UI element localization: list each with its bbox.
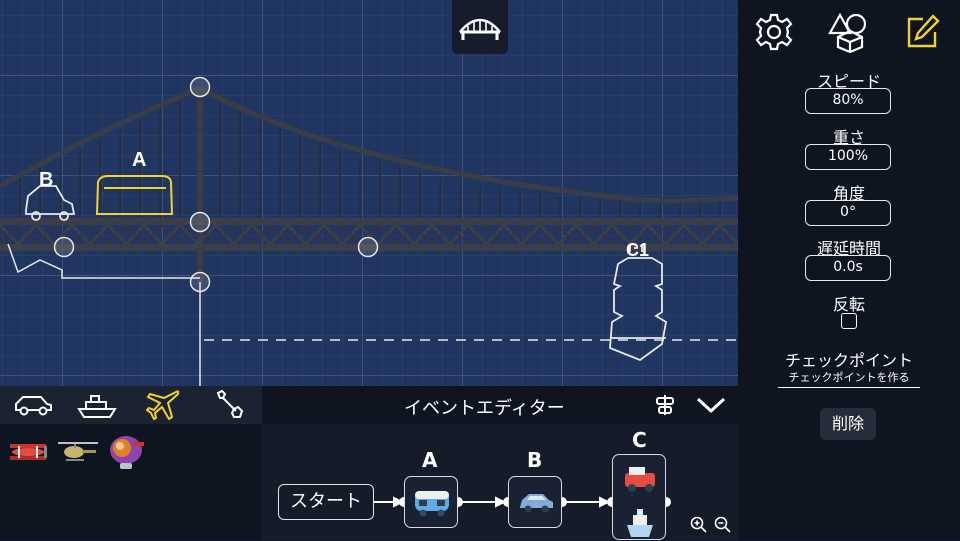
shapes-icon[interactable] [826,10,870,54]
sedan-icon [520,494,553,513]
weight-field[interactable]: 100% [805,144,891,170]
bridge-scene[interactable]: A B C1 [0,0,738,386]
zoom-out-icon[interactable] [714,516,732,534]
event-editor-title: イベントエディター [404,398,565,419]
wrench-icon[interactable] [208,389,250,421]
bike-vehicle-outline[interactable] [25,185,76,221]
event-node-a[interactable] [404,476,458,528]
ship-vehicle-icon [627,509,653,537]
delete-button[interactable]: 削除 [820,408,876,440]
car-icon[interactable] [12,389,54,421]
properties-panel: スピード 80% 重さ 100% 角度 0° 遅延時間 0.0s 反転 チェック… [738,0,960,540]
vehicle-label-b: B [39,169,53,191]
event-editor: イベントエディター スタート A B C [262,386,738,540]
blimp-item[interactable] [104,430,148,474]
start-node[interactable]: スタート [278,484,374,520]
event-editor-header: イベントエディター [262,386,738,424]
speed-field[interactable]: 80% [805,88,891,114]
edit-icon[interactable] [900,10,944,54]
vehicle-panel [0,386,262,540]
bridge-tower [197,88,203,284]
vehicle-label-c1: C1 [626,240,649,260]
helicopter-item[interactable] [56,430,100,474]
event-node-c[interactable] [612,454,666,540]
bridge-mode-tab[interactable] [452,0,508,54]
vehicle-label-a: A [132,149,146,171]
reverse-checkbox[interactable] [841,313,857,329]
align-icon[interactable] [650,390,680,420]
node-c-label: C [632,428,647,452]
node-a-label: A [422,448,438,472]
van-icon [415,491,449,517]
zoom-in-icon[interactable] [690,516,708,534]
create-checkpoint-link[interactable]: チェックポイントを作る [778,369,920,388]
ship-icon[interactable] [76,389,118,421]
biplane-item[interactable] [6,430,50,474]
top-toolbar [738,0,960,60]
hanger-cables [19,96,721,222]
event-node-b[interactable] [508,476,562,528]
reverse-label: 反転 [832,295,865,314]
settings-icon[interactable] [752,10,796,54]
checkpoint-title: チェックポイント [784,351,913,370]
jeep-icon [625,467,655,492]
delay-field[interactable]: 0.0s [805,255,891,281]
node-b-label: B [527,448,543,472]
airplane-icon[interactable] [142,389,184,421]
angle-field[interactable]: 0° [805,200,891,226]
vehicle-category-tabs [0,386,262,424]
blueprint-canvas[interactable]: A B C1 [0,0,738,386]
boat-vehicle-outline[interactable] [609,244,667,362]
collapse-chevron-icon[interactable] [696,390,726,420]
bridge-icon [459,18,501,40]
